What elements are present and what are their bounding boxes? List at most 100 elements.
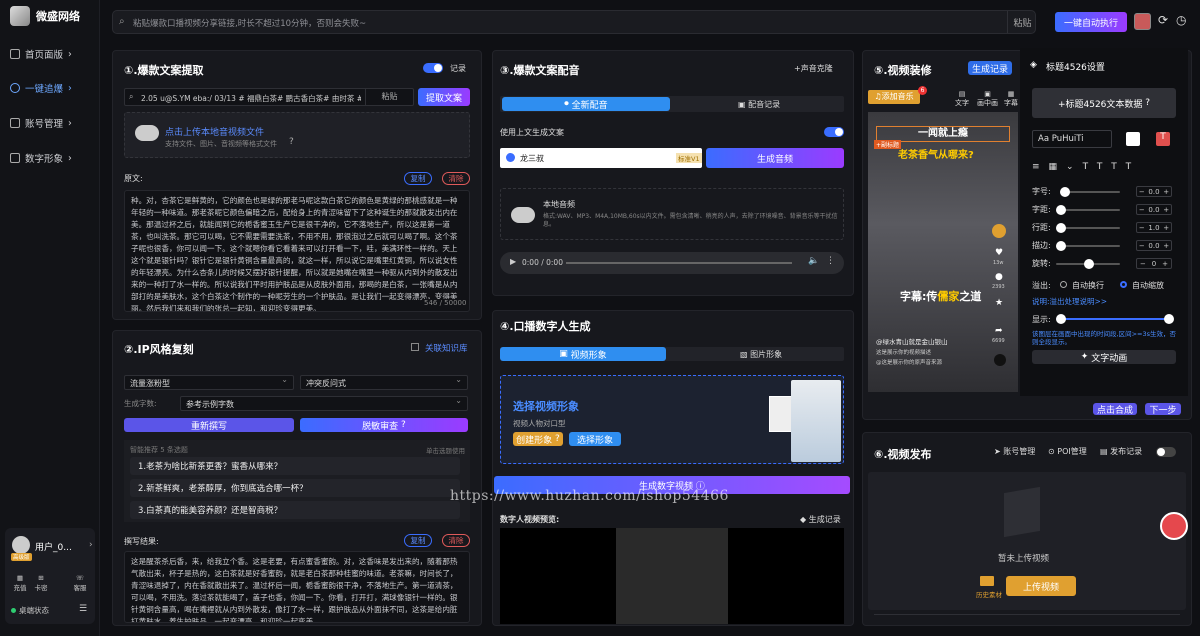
publish-history-link[interactable]: ▤ 发布记录 bbox=[1100, 446, 1142, 457]
fontsize-slider[interactable] bbox=[1060, 187, 1120, 197]
upload-title[interactable]: 点击上传本地音视频文件 bbox=[165, 125, 264, 138]
record-toggle[interactable] bbox=[423, 63, 443, 73]
add-text-data-button[interactable]: +标题4526文本数据 ? bbox=[1032, 88, 1176, 118]
link-input[interactable]: ⌕ 2.05 u@S.YM eba:/ 03/13 # 福鼎白茶# 鹏古香白茶#… bbox=[124, 88, 414, 106]
original-text-area[interactable]: 种。对，杏茶它是鲜黄的，它的颜色也是绿的那老马呢这款白茶它的颜色是黄绿的那桃感就… bbox=[124, 190, 470, 312]
fontsize-stepper[interactable]: −0.0 + bbox=[1136, 186, 1172, 197]
kb-checkbox[interactable] bbox=[411, 343, 419, 351]
copy-button[interactable]: 复制 bbox=[404, 172, 432, 185]
paste-button[interactable]: 粘贴 bbox=[365, 89, 413, 105]
share-icon[interactable]: ➦ bbox=[995, 326, 1003, 336]
help-icon[interactable]: ? bbox=[289, 137, 294, 147]
upload-area[interactable]: 点击上传本地音视频文件 支持文件、图片、音视频等格式文件 ? bbox=[124, 112, 470, 158]
gen-records-button[interactable]: ◆ 生成记录 bbox=[800, 514, 841, 525]
mode-select[interactable]: 冲突反问式 bbox=[300, 375, 468, 390]
lineheight-stepper[interactable]: −1.0 + bbox=[1136, 222, 1172, 233]
stroke-slider[interactable] bbox=[1056, 241, 1120, 251]
add-music-button[interactable]: ♫添加音乐 bbox=[868, 90, 920, 104]
refresh-icon[interactable]: ⟳ bbox=[1158, 13, 1168, 27]
voice-clone-button[interactable]: +声音克隆 bbox=[794, 63, 833, 74]
tab-dub-record[interactable]: ▣ 配音记录 bbox=[738, 99, 780, 110]
comment-icon[interactable]: ● bbox=[995, 272, 1003, 282]
local-audio-upload[interactable]: 本地音频 格式:WAV、MP3、M4A,10MB,60s以内文件。需包含清晰、稍… bbox=[500, 188, 844, 240]
poi-manage-link[interactable]: ⊙ POI管理 bbox=[1048, 446, 1087, 457]
tab-video-image[interactable]: ▣ 视频形象 bbox=[500, 347, 666, 361]
tool-pip[interactable]: ▣ 画中画 bbox=[977, 90, 998, 108]
link-input-bar[interactable]: ⌕ 粘贴爆款口播视频分享链接,时长不超过10分钟，否则会失败~ 粘贴 bbox=[112, 10, 1036, 34]
heart-icon[interactable]: ♥ bbox=[995, 248, 1003, 258]
generate-audio-button[interactable]: 生成音频 bbox=[706, 148, 844, 168]
tab-new-dub[interactable]: ⏺ 全新配音 bbox=[502, 97, 670, 111]
nav-home[interactable]: 首页面版 › bbox=[10, 43, 94, 65]
overflow-help-link[interactable]: 说明:溢出处理说明>> bbox=[1032, 296, 1107, 307]
radio-auto-scale[interactable] bbox=[1120, 281, 1127, 288]
avatar[interactable] bbox=[12, 536, 30, 554]
slider-knob[interactable] bbox=[1056, 205, 1066, 215]
topic-item[interactable]: 3.白茶真的能美容养颜？还是智商税？ bbox=[130, 501, 460, 519]
result-text-area[interactable]: 这是醒茶杀后香，来，给我立个香。这是老要，有点蜜香蜜韵。对，这香味是发出来的，随… bbox=[124, 551, 470, 623]
app-icon[interactable] bbox=[1134, 13, 1151, 30]
history-icon[interactable]: ◷ bbox=[1176, 13, 1186, 27]
time-range-slider[interactable] bbox=[1056, 314, 1174, 324]
topic-item[interactable]: 1.老茶为啥比新茶更香？蜜香从哪来？ bbox=[130, 457, 460, 475]
choose-avatar-button[interactable]: 选择形象 bbox=[569, 432, 621, 446]
paste-button[interactable]: 粘贴 bbox=[1007, 11, 1037, 33]
text-color-swatch[interactable] bbox=[1126, 132, 1140, 146]
volume-icon[interactable]: 🔈 bbox=[808, 256, 819, 266]
slider-knob[interactable] bbox=[1060, 187, 1070, 197]
topic-item[interactable]: 2.新茶鲜爽，老茶醇厚，你到底选合哪一杯？ bbox=[130, 479, 460, 497]
recharge-button[interactable]: ▦ 充值 bbox=[11, 574, 29, 592]
publish-toggle[interactable] bbox=[1156, 447, 1176, 457]
nav-one-click[interactable]: 一键追爆 › bbox=[10, 77, 94, 99]
format-toolbar[interactable]: ≡▦⌄TTTT bbox=[1032, 162, 1140, 172]
synthesize-button[interactable]: 点击合成 bbox=[1093, 403, 1137, 416]
video-canvas[interactable]: 一闻就上瘾 老茶香气从哪来? +副标题 ♥ 13w ● 2393 ★ ➦ 669… bbox=[868, 112, 1018, 392]
more-icon[interactable]: ⋮ bbox=[826, 256, 835, 266]
radio-auto-wrap[interactable] bbox=[1060, 281, 1067, 288]
auto-execute-button[interactable]: 一键自动执行 bbox=[1055, 12, 1127, 32]
tool-text[interactable]: ▤ 文字 bbox=[955, 90, 969, 108]
copy-button[interactable]: 复制 bbox=[404, 534, 432, 547]
float-chat-icon[interactable] bbox=[1160, 512, 1188, 540]
slider-knob[interactable] bbox=[1056, 241, 1066, 251]
audio-progress[interactable] bbox=[566, 262, 792, 264]
text-effect-button[interactable]: T bbox=[1156, 132, 1170, 146]
range-end-knob[interactable] bbox=[1164, 314, 1174, 324]
stroke-stepper[interactable]: −0.0 + bbox=[1136, 240, 1172, 251]
slider-knob[interactable] bbox=[1084, 259, 1094, 269]
clear-button[interactable]: 清除 bbox=[442, 534, 470, 547]
lineheight-slider[interactable] bbox=[1056, 223, 1120, 233]
tab-photo-image[interactable]: ▧ 图片形象 bbox=[740, 349, 782, 360]
kb-link[interactable]: 关联知识库 bbox=[425, 342, 468, 354]
play-icon[interactable]: ▶ bbox=[510, 257, 516, 266]
use-above-toggle[interactable] bbox=[824, 127, 844, 137]
upload-video-button[interactable]: 上传视频 bbox=[1006, 576, 1076, 596]
select-avatar-area[interactable]: 选择视频形象 视频人物对口型 创建形象 ? 选择形象 bbox=[500, 375, 844, 464]
rotate-stepper[interactable]: −0 + bbox=[1136, 258, 1172, 269]
menu-icon[interactable]: ☰ bbox=[79, 604, 87, 614]
review-button[interactable]: 脱敏审查 ? bbox=[300, 418, 468, 432]
card-button[interactable]: ⊞ 卡密 bbox=[32, 574, 50, 592]
style-select[interactable]: 流量涨粉型 bbox=[124, 375, 294, 390]
service-button[interactable]: ☏ 客服 bbox=[71, 574, 89, 592]
spacing-stepper[interactable]: −0.0 + bbox=[1136, 204, 1172, 215]
extract-button[interactable]: 提取文案 bbox=[418, 88, 470, 106]
account-manage-link[interactable]: ➤ 账号管理 bbox=[994, 446, 1035, 457]
rotate-slider[interactable] bbox=[1056, 259, 1120, 269]
clear-button[interactable]: 清除 bbox=[442, 172, 470, 185]
nav-digital[interactable]: 数字形象 › bbox=[10, 147, 94, 169]
slider-knob[interactable] bbox=[1056, 223, 1066, 233]
create-avatar-button[interactable]: 创建形象 ? bbox=[513, 432, 563, 446]
folder-icon[interactable] bbox=[980, 576, 994, 586]
star-icon[interactable]: ★ bbox=[995, 298, 1003, 308]
voice-select[interactable]: 龙三叔 标准V1 bbox=[500, 148, 702, 168]
nav-account[interactable]: 账号管理 › bbox=[10, 112, 94, 134]
material-label[interactable]: 历史素材 bbox=[976, 589, 1002, 599]
font-select[interactable]: Aa PuHuiTi bbox=[1032, 130, 1112, 148]
next-button[interactable]: 下一步 bbox=[1145, 403, 1181, 416]
words-select[interactable]: 参考示例字数 bbox=[180, 396, 468, 411]
spacing-slider[interactable] bbox=[1056, 205, 1120, 215]
rewrite-button[interactable]: 重新撰写 bbox=[124, 418, 294, 432]
chevron-right-icon[interactable]: › bbox=[89, 540, 93, 550]
gen-record-button[interactable]: 生成记录 bbox=[968, 61, 1012, 75]
